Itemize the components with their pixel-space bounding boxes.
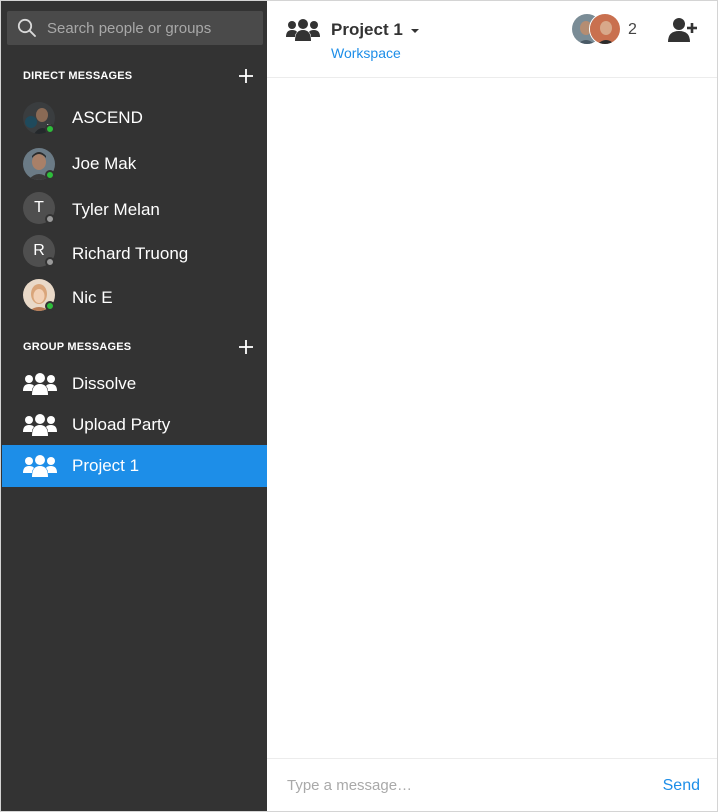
dm-item-ascend[interactable]: ASCEND: [1, 96, 266, 140]
member-count: 2: [628, 21, 637, 38]
conversation-header: Project 1 Workspace 2: [267, 1, 717, 78]
workspace-link[interactable]: Workspace: [331, 45, 401, 61]
direct-messages-header: DIRECT MESSAGES: [23, 67, 255, 85]
message-list[interactable]: [267, 78, 717, 758]
search-box[interactable]: [7, 11, 263, 45]
plus-icon[interactable]: [237, 67, 255, 85]
send-button[interactable]: Send: [663, 777, 700, 795]
dm-item-nic-e[interactable]: Nic E: [1, 276, 266, 320]
plus-icon[interactable]: [237, 338, 255, 356]
group-icon: [23, 414, 57, 436]
online-status-icon: [45, 170, 55, 180]
group-icon: [23, 455, 57, 477]
sidebar: DIRECT MESSAGES ASCEND: [1, 1, 267, 811]
direct-messages-title: DIRECT MESSAGES: [23, 70, 133, 82]
dm-item-tyler-melan[interactable]: T Tyler Melan: [1, 188, 266, 232]
dm-name: Richard Truong: [72, 244, 189, 263]
dm-item-richard-truong[interactable]: R Richard Truong: [1, 232, 266, 276]
search-input[interactable]: [47, 19, 247, 37]
add-user-icon[interactable]: [668, 17, 698, 43]
offline-status-icon: [45, 257, 55, 267]
group-icon: [286, 19, 320, 41]
dm-item-joe-mak[interactable]: Joe Mak: [1, 142, 266, 186]
member-avatars[interactable]: [571, 13, 625, 45]
message-input[interactable]: [287, 777, 627, 794]
dm-name: Joe Mak: [72, 154, 137, 173]
message-composer: Send: [267, 758, 717, 812]
dm-name: ASCEND: [72, 108, 143, 127]
caret-down-icon[interactable]: [410, 27, 420, 35]
dm-name: Tyler Melan: [72, 200, 160, 219]
conversation-title[interactable]: Project 1: [331, 20, 403, 40]
search-icon: [17, 18, 36, 37]
offline-status-icon: [45, 214, 55, 224]
online-status-icon: [45, 124, 55, 134]
group-name: Upload Party: [72, 415, 171, 434]
group-name: Dissolve: [72, 374, 137, 393]
group-messages-header: GROUP MESSAGES: [23, 338, 255, 356]
dm-name: Nic E: [72, 288, 113, 307]
avatar: [589, 13, 621, 45]
conversation-pane: Project 1 Workspace 2 Type a message… Se…: [267, 1, 717, 811]
group-messages-title: GROUP MESSAGES: [23, 341, 132, 353]
group-name: Project 1: [72, 456, 140, 475]
group-icon: [23, 373, 57, 395]
online-status-icon: [45, 301, 55, 311]
messenger-app: DIRECT MESSAGES ASCEND: [0, 0, 718, 812]
group-item-upload-party[interactable]: Upload Party: [2, 404, 267, 446]
group-item-project-1[interactable]: Project 1: [2, 445, 267, 487]
group-item-dissolve[interactable]: Dissolve: [2, 363, 267, 405]
